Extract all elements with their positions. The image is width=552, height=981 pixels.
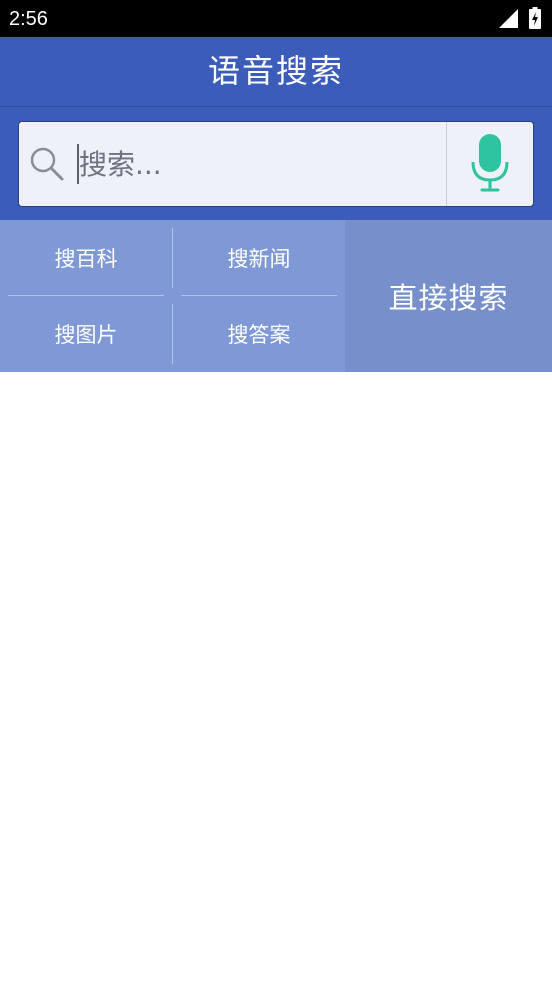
option-baike-button[interactable]: 搜百科 bbox=[0, 220, 172, 296]
search-box[interactable] bbox=[18, 121, 534, 207]
search-options-panel: 搜百科 搜新闻 搜图片 搜答案 直接搜索 bbox=[0, 220, 552, 372]
page-title: 语音搜索 bbox=[207, 52, 344, 90]
results-area bbox=[0, 372, 552, 981]
status-time: 2:56 bbox=[9, 8, 48, 30]
divider bbox=[172, 228, 173, 288]
app-bar: 语音搜索 bbox=[0, 37, 552, 107]
search-input[interactable] bbox=[79, 140, 439, 188]
microphone-icon bbox=[471, 134, 509, 192]
status-bar: 2:56 bbox=[0, 0, 552, 37]
search-category-grid: 搜百科 搜新闻 搜图片 搜答案 bbox=[0, 220, 345, 372]
divider bbox=[8, 295, 164, 296]
voice-search-button[interactable] bbox=[447, 122, 533, 206]
search-area bbox=[0, 107, 552, 220]
signal-icon bbox=[499, 9, 518, 28]
battery-charging-icon bbox=[529, 7, 541, 29]
direct-search-button[interactable]: 直接搜索 bbox=[345, 220, 552, 372]
option-images-button[interactable]: 搜图片 bbox=[0, 296, 172, 372]
divider bbox=[172, 304, 173, 364]
option-answers-button[interactable]: 搜答案 bbox=[173, 296, 345, 372]
search-icon bbox=[30, 147, 64, 181]
option-news-button[interactable]: 搜新闻 bbox=[173, 220, 345, 296]
divider bbox=[181, 295, 337, 296]
